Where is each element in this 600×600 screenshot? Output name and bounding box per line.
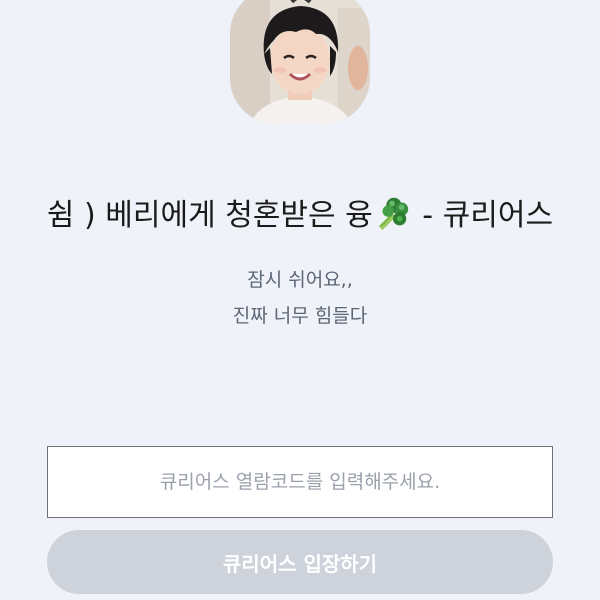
profile-avatar [230, 0, 370, 124]
access-code-input[interactable] [47, 446, 553, 518]
title-site-name: - 큐리어스 [412, 198, 554, 233]
title-text: 쉼 ) 베리에게 청혼받은 융 [46, 198, 373, 233]
page-title: 쉼 ) 베리에게 청혼받은 융 - 큐리어스 [0, 192, 600, 240]
status-message: 잠시 쉬어요,, 진짜 너무 힘들다 [0, 262, 600, 334]
message-line-2: 진짜 너무 힘들다 [232, 305, 368, 327]
curious-page: 쉼 ) 베리에게 청혼받은 융 - 큐리어스 잠시 쉬어요,, 진짜 너무 힘들… [0, 0, 600, 600]
broccoli-icon [373, 194, 411, 232]
message-line-1: 잠시 쉬어요,, [247, 269, 353, 291]
enter-curious-button[interactable]: 큐리어스 입장하기 [47, 530, 553, 594]
